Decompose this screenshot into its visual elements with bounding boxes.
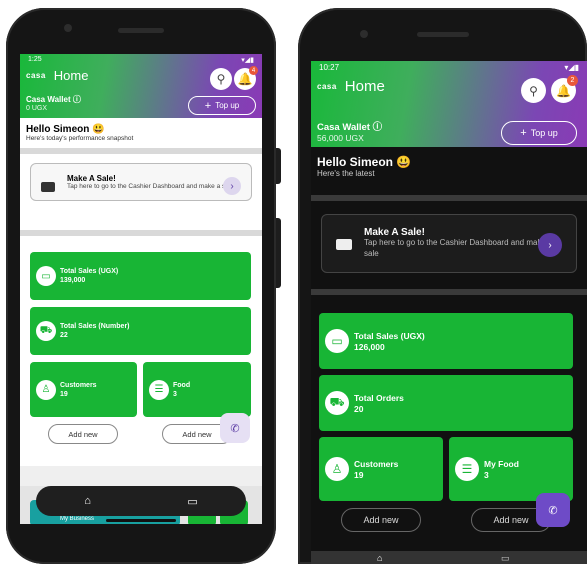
- cash-icon: ▭: [325, 329, 349, 353]
- stat-label: Total Sales (UGX): [60, 268, 119, 275]
- person-icon: ♙: [36, 379, 56, 400]
- greeting-title: Hello Simeon 😃: [26, 124, 105, 135]
- cashier-card-icon: [336, 239, 352, 250]
- bottom-nav: ⌂ ▭: [36, 486, 246, 516]
- cash-icon: ▭: [36, 266, 56, 286]
- gesture-bar: [106, 519, 176, 522]
- wallet-label: Casa Wallet ⓘ: [317, 122, 383, 133]
- search-icon[interactable]: ⚲: [210, 68, 232, 90]
- sale-section: Make A Sale! Tap here to go to the Cashi…: [20, 154, 262, 230]
- make-sale-card[interactable]: Make A Sale! Tap here to go to the Cashi…: [30, 163, 252, 201]
- burger-icon: ☰: [149, 379, 169, 400]
- business-peek-label: My Business: [60, 516, 95, 522]
- notification-badge: 4: [249, 66, 258, 75]
- stat-value: 20: [354, 404, 364, 415]
- status-time: 10:27: [319, 63, 340, 72]
- sale-section: Make A Sale! Tap here to go to the Cashi…: [311, 201, 587, 289]
- burger-icon: ☰: [455, 457, 479, 481]
- casa-logo: casa: [317, 82, 337, 91]
- add-new-customer-button[interactable]: Add new: [48, 424, 118, 444]
- stat-value: 3: [173, 390, 177, 398]
- power-button: [276, 148, 281, 184]
- phone-icon[interactable]: ✆: [220, 413, 250, 443]
- sale-description: Tap here to go to the Cashier Dashboard …: [67, 183, 234, 190]
- chevron-right-icon: ›: [538, 233, 562, 257]
- person-icon: ♙: [325, 457, 349, 481]
- bottom-nav-peek: ⌂ ▭: [311, 551, 587, 564]
- stat-card-total-sales-ugx[interactable]: ▭ Total Sales (UGX) 139,000: [30, 252, 251, 300]
- truck-icon: ⛟: [325, 391, 349, 415]
- stat-label: My Food: [484, 459, 519, 469]
- screen-dark: 10:27 ▾◢▮ casa Home ⚲ 🔔 2 Casa Wallet ⓘ …: [311, 61, 587, 564]
- make-sale-card[interactable]: Make A Sale! Tap here to go to the Cashi…: [321, 214, 577, 273]
- status-icons: ▾◢▮: [241, 57, 254, 64]
- plus-icon: +: [520, 127, 527, 139]
- home-icon[interactable]: ⌂: [84, 495, 91, 507]
- stat-card-customers[interactable]: ♙ Customers 19: [319, 437, 443, 501]
- stat-label: Food: [173, 381, 191, 389]
- sale-title: Make A Sale!: [67, 174, 116, 183]
- greeting-title: Hello Simeon 😃: [317, 155, 412, 169]
- volume-button: [276, 218, 281, 288]
- camera-icon: [64, 24, 72, 32]
- speaker-grille: [118, 28, 164, 33]
- cashier-card-icon: [41, 182, 55, 192]
- stat-label: Total Sales (UGX): [354, 331, 425, 341]
- stat-label: Customers: [60, 381, 97, 389]
- screen-light: 1:25 ▾◢▮ casa Home ⚲ 🔔 4 Casa Wallet ⓘ 0…: [20, 54, 262, 524]
- greeting-subtitle: Here's today's performance snapshot: [26, 135, 134, 142]
- header: 10:27 ▾◢▮ casa Home ⚲ 🔔 2 Casa Wallet ⓘ …: [311, 61, 587, 147]
- greeting-section: Hello Simeon 😃 Here's the latest: [311, 147, 587, 195]
- cashier-icon[interactable]: ▭: [187, 495, 197, 508]
- sale-description: Tap here to go to the Cashier Dashboard …: [364, 238, 553, 258]
- plus-icon: +: [204, 99, 212, 112]
- search-icon[interactable]: ⚲: [521, 78, 546, 103]
- stat-value: 126,000: [354, 342, 385, 353]
- phone-icon[interactable]: ✆: [536, 493, 570, 527]
- wallet-amount: 56,000 UGX: [317, 133, 364, 143]
- casa-logo: casa: [26, 71, 46, 80]
- stat-value: 139,000: [60, 277, 86, 285]
- top-up-label: Top up: [530, 128, 558, 138]
- stat-value: 22: [60, 332, 68, 340]
- stat-value: 19: [60, 390, 68, 398]
- status-icons: ▾◢▮: [564, 63, 579, 72]
- top-up-label: Top up: [215, 101, 240, 110]
- stats-section: ▭ Total Sales (UGX) 139,000 ⛟ Total Sales…: [20, 236, 262, 466]
- add-new-customer-button[interactable]: Add new: [341, 508, 421, 532]
- stat-card-total-sales-ugx[interactable]: ▭ Total Sales (UGX) 126,000: [319, 313, 573, 369]
- stat-card-total-sales-number[interactable]: ⛟ Total Sales (Number) 22: [30, 307, 251, 355]
- status-time: 1:25: [28, 56, 42, 63]
- stat-label: Total Orders: [354, 393, 404, 403]
- truck-icon: ⛟: [36, 321, 56, 341]
- wallet-label: Casa Wallet ⓘ: [26, 95, 81, 104]
- top-up-button[interactable]: + Top up: [501, 121, 577, 145]
- camera-icon: [360, 30, 368, 38]
- wallet-amount: 0 UGX: [26, 105, 48, 112]
- stat-card-food[interactable]: ☰ Food 3: [143, 362, 251, 417]
- stat-card-customers[interactable]: ♙ Customers 19: [30, 362, 137, 417]
- header: 1:25 ▾◢▮ casa Home ⚲ 🔔 4 Casa Wallet ⓘ 0…: [20, 54, 262, 118]
- cashier-icon[interactable]: ▭: [501, 553, 510, 564]
- stat-card-my-food[interactable]: ☰ My Food 3: [449, 437, 573, 501]
- phone-light: 1:25 ▾◢▮ casa Home ⚲ 🔔 4 Casa Wallet ⓘ 0…: [6, 8, 281, 564]
- top-up-button[interactable]: + Top up: [188, 96, 256, 115]
- stat-value: 3: [484, 470, 489, 481]
- page-title: Home: [53, 68, 89, 83]
- speaker-grille: [416, 32, 469, 37]
- status-bar: 10:27 ▾◢▮: [311, 61, 587, 74]
- stat-card-total-orders[interactable]: ⛟ Total Orders 20: [319, 375, 573, 431]
- phone-dark: 10:27 ▾◢▮ casa Home ⚲ 🔔 2 Casa Wallet ⓘ …: [298, 8, 587, 564]
- stats-section: ▭ Total Sales (UGX) 126,000 ⛟ Total Order…: [311, 295, 587, 555]
- stat-label: Total Sales (Number): [60, 323, 130, 330]
- chevron-right-icon: ›: [223, 177, 241, 195]
- stat-value: 19: [354, 470, 364, 481]
- greeting-subtitle: Here's the latest: [317, 169, 375, 178]
- stat-label: Customers: [354, 459, 399, 469]
- page-title: Home: [344, 78, 385, 95]
- status-bar: 1:25 ▾◢▮: [20, 54, 262, 66]
- notification-badge: 2: [567, 75, 578, 86]
- sale-title: Make A Sale!: [364, 227, 425, 238]
- greeting-section: Hello Simeon 😃 Here's today's performanc…: [20, 118, 262, 148]
